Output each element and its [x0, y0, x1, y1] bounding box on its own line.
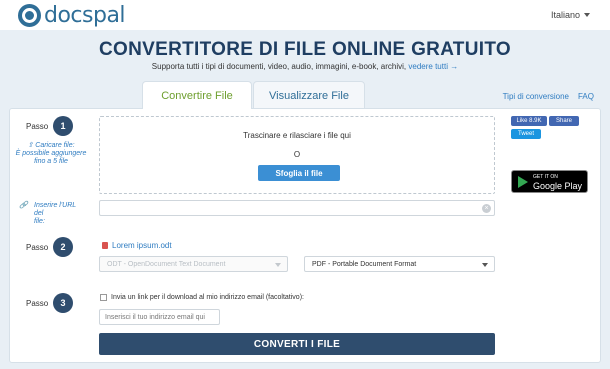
see-all-link[interactable]: vedere tutti → [408, 62, 458, 71]
page-title: CONVERTITORE DI FILE ONLINE GRATUITO [99, 39, 511, 60]
google-play-big: Google Play [533, 180, 583, 191]
url-label: 🔗 Inserire l'URL del file: [16, 202, 86, 226]
logo-icon [18, 3, 41, 27]
step-1-badge: 1 [53, 116, 73, 136]
upload-files-link[interactable]: ⇧ Caricare file: [14, 142, 88, 150]
logo-text: docspal [44, 2, 126, 28]
language-selector[interactable]: Italiano [551, 10, 590, 20]
header-links: Tipi di conversione FAQ [503, 92, 594, 101]
step-1-label: Passo [26, 122, 49, 131]
file-dropzone[interactable]: Trascinare e rilasciare i file qui O Sfo… [99, 116, 495, 194]
facebook-share-button[interactable]: Share [549, 116, 579, 126]
docspal-logo[interactable]: docspal [18, 2, 126, 28]
tab-view-files[interactable]: Visualizzare File [253, 81, 365, 109]
tweet-button[interactable]: Tweet [511, 129, 541, 139]
uploaded-file-name: Lorem ipsum.odt [112, 241, 172, 250]
clear-icon[interactable]: × [482, 204, 491, 213]
google-play-text: GET IT ON Google Play [533, 173, 582, 191]
upload-limit-note-1: È possibile aggiungere [15, 150, 87, 157]
url-input[interactable]: × [99, 200, 495, 216]
step-3-badge: 3 [53, 293, 73, 313]
page-subtitle: Supporta tutti i tipi di documenti, vide… [0, 62, 610, 71]
url-label-line-1: Inserire l'URL del [34, 202, 77, 217]
upload-side-note: ⇧ Caricare file: È possibile aggiungere … [14, 142, 88, 166]
trash-icon[interactable] [102, 242, 108, 249]
dropzone-or: O [293, 150, 301, 159]
email-checkbox[interactable] [100, 294, 107, 301]
convert-files-button[interactable]: CONVERTI I FILE [99, 333, 495, 355]
url-label-line-2: file: [34, 218, 45, 225]
step-2-label: Passo [26, 243, 49, 252]
uploaded-file: Lorem ipsum.odt [102, 241, 172, 250]
chevron-down-icon [482, 263, 488, 267]
language-label: Italiano [550, 10, 580, 20]
top-bar: docspal Italiano [0, 0, 610, 30]
step-2-badge: 2 [53, 237, 73, 257]
browse-file-button[interactable]: Sfoglia il file [258, 165, 340, 181]
tab-convert-files[interactable]: Convertire File [142, 81, 252, 109]
facebook-like-button[interactable]: Like 8.9K [511, 116, 547, 126]
target-format-select[interactable]: PDF - Portable Document Format [304, 256, 495, 272]
source-format-select: ODT - OpenDocument Text Document [99, 256, 288, 272]
email-opt-in: Invia un link per il download al mio ind… [100, 294, 304, 301]
conversion-types-link[interactable]: Tipi di conversione [503, 92, 569, 101]
google-play-badge[interactable]: GET IT ON Google Play [511, 170, 588, 193]
dropzone-text: Trascinare e rilasciare i file qui [243, 131, 351, 140]
link-icon: 🔗 [19, 202, 28, 209]
chevron-down-icon [584, 13, 590, 17]
target-format-value: PDF - Portable Document Format [312, 260, 417, 268]
chevron-down-icon [275, 263, 281, 267]
google-play-icon [518, 175, 528, 188]
subtitle-text: Supporta tutti i tipi di documenti, vide… [151, 62, 407, 71]
source-format-value: ODT - OpenDocument Text Document [107, 260, 226, 268]
email-field[interactable]: Inserisci il tuo indirizzo email qui [99, 309, 220, 325]
faq-link[interactable]: FAQ [578, 92, 594, 101]
upload-icon: ⇧ [27, 142, 34, 149]
upload-limit-note-2: fino a 5 file [34, 158, 68, 165]
step-3-label: Passo [26, 299, 49, 308]
email-checkbox-label: Invia un link per il download al mio ind… [111, 294, 304, 301]
